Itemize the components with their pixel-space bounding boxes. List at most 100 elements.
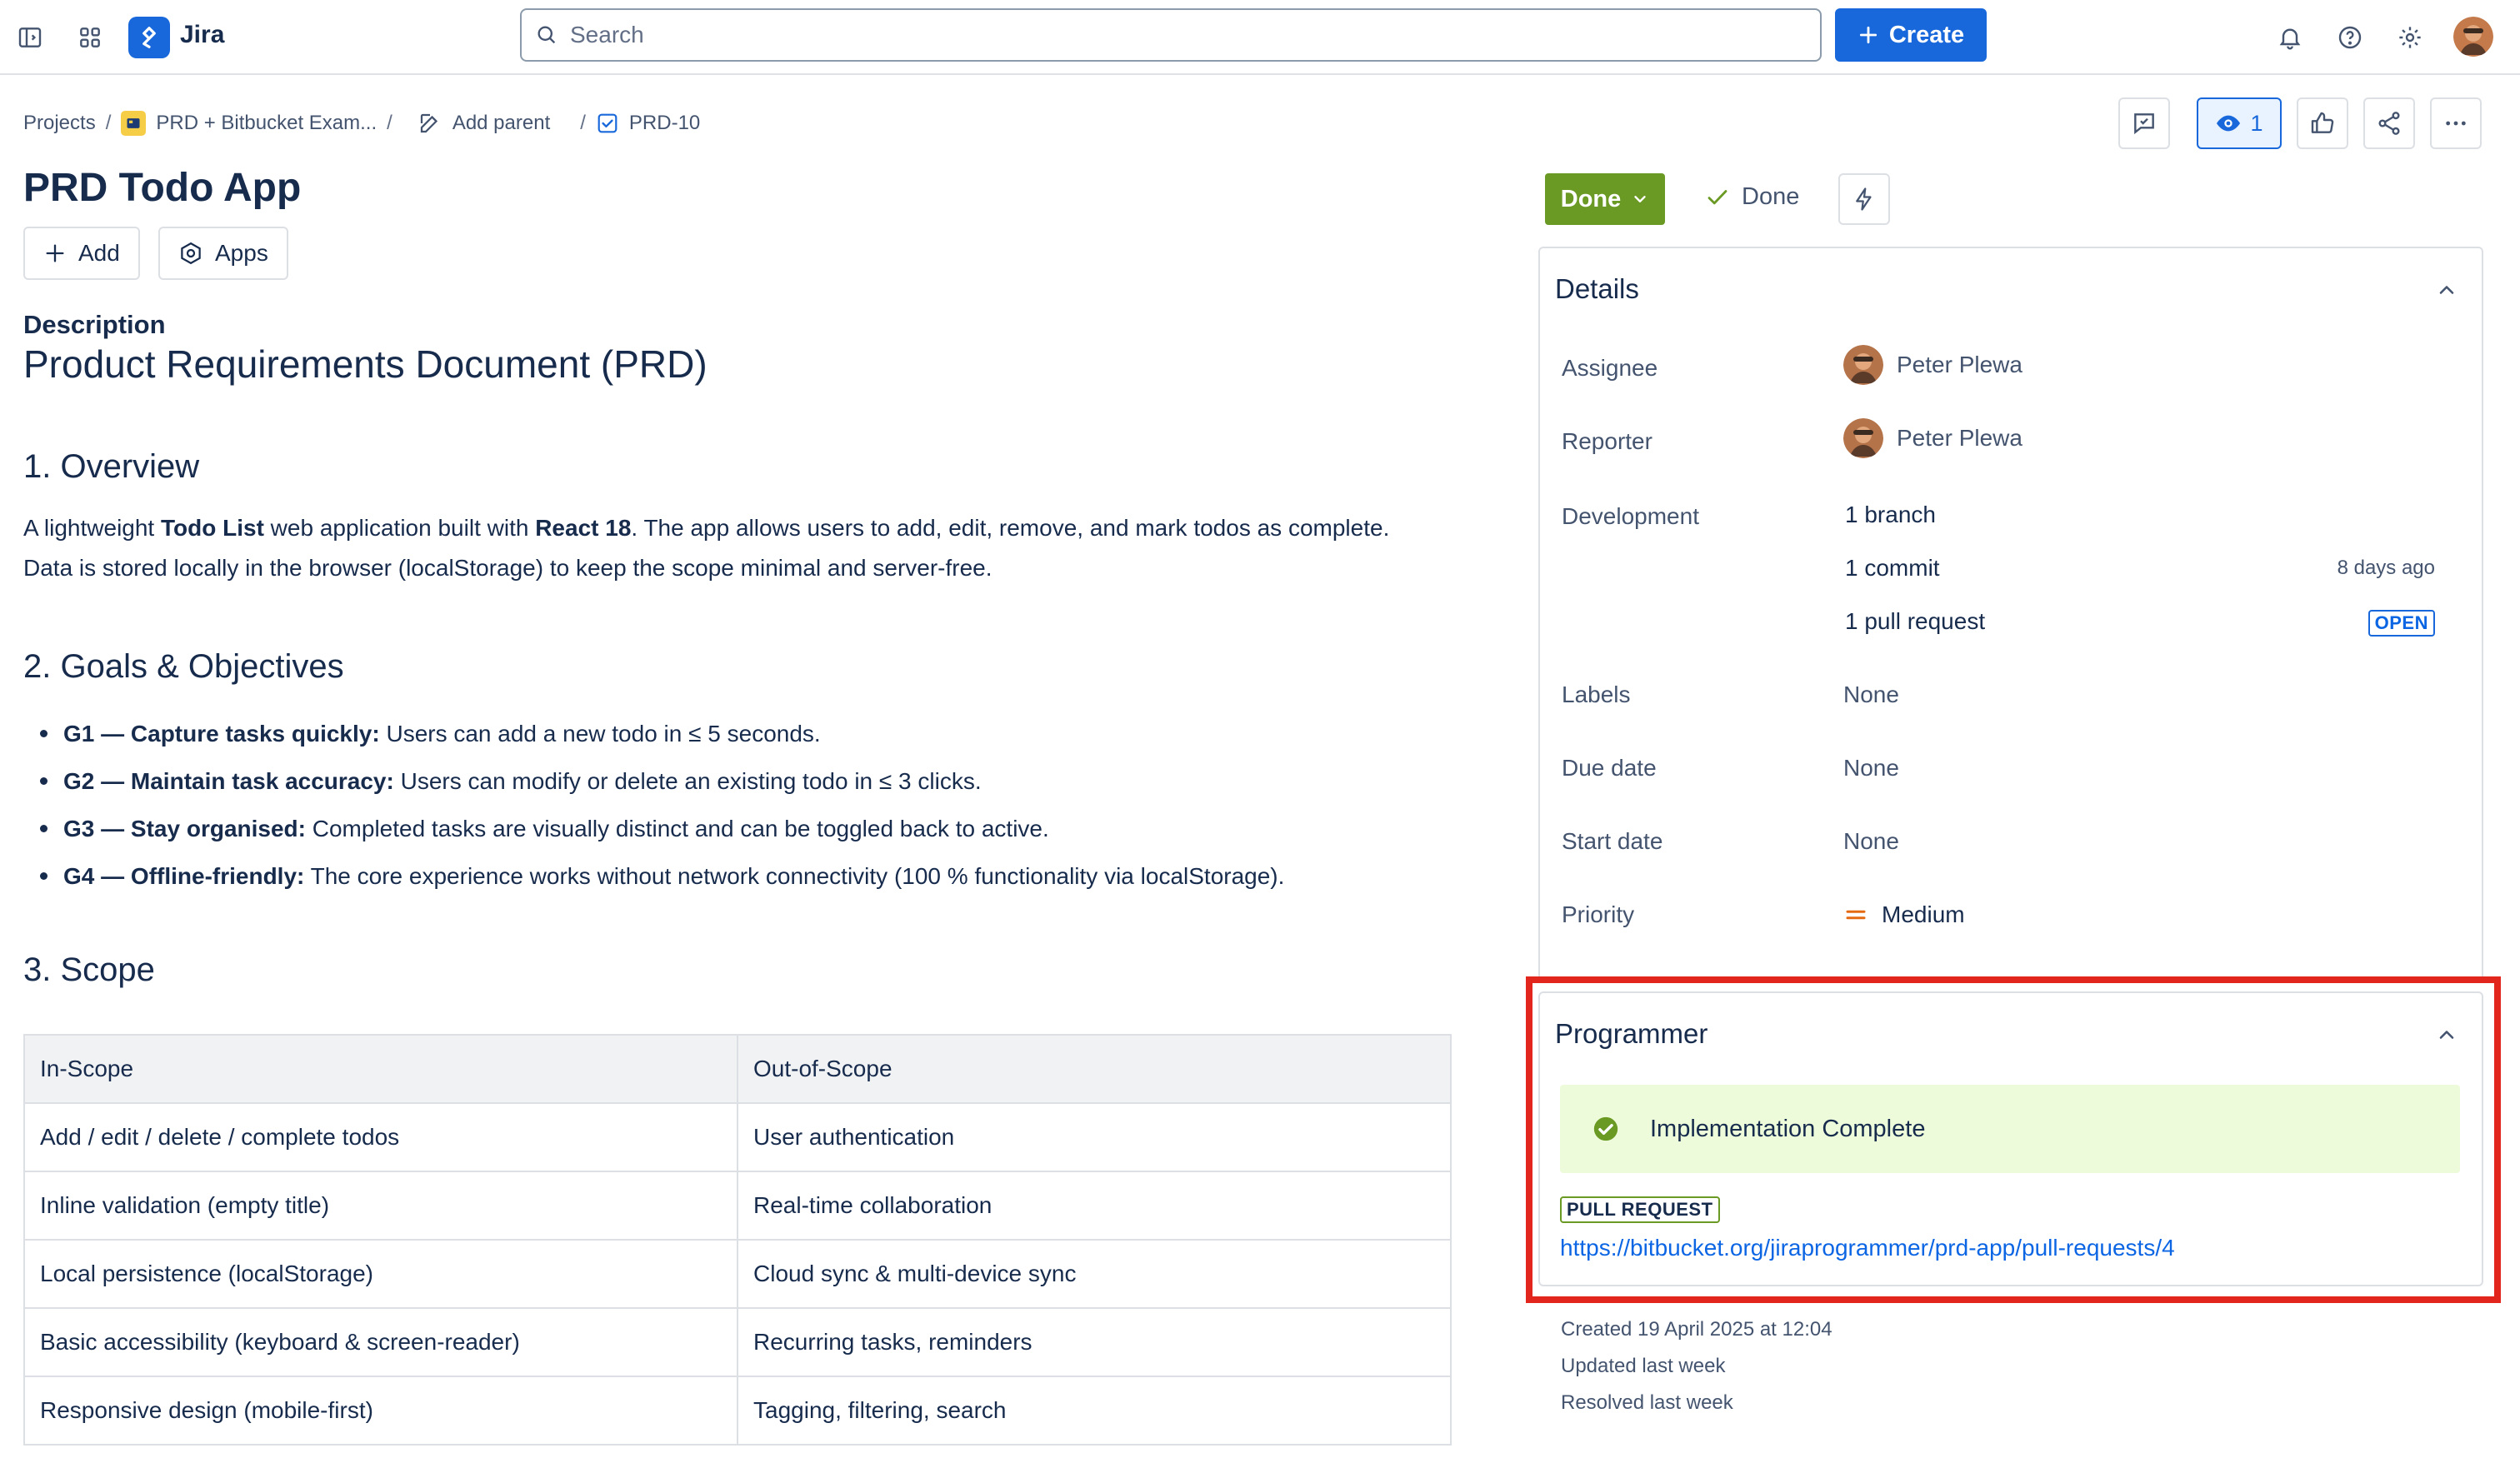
watch-count: 1 [2250,110,2263,136]
scope-heading: 3. Scope [23,951,155,988]
due-date-field[interactable]: None [1843,755,1899,781]
reporter-field[interactable]: Peter Plewa [1843,418,2022,458]
share-button[interactable] [2363,97,2415,149]
goal-title: G2 — Maintain task accuracy: [63,768,394,794]
priority-label: Priority [1562,901,1635,927]
pull-request-tag: PULL REQUEST [1560,1196,1720,1223]
reporter-avatar [1843,418,1883,458]
goal-title: G3 — Stay organised: [63,816,306,841]
table-cell: Basic accessibility (keyboard & screen-r… [23,1307,738,1377]
start-date-field[interactable]: None [1843,828,1899,855]
table-row: Basic accessibility (keyboard & screen-r… [23,1307,1452,1377]
table-row: Responsive design (mobile-first) Tagging… [23,1376,1452,1446]
table-cell: Add / edit / delete / complete todos [23,1102,738,1172]
assignee-field[interactable]: Peter Plewa [1843,345,2022,385]
reporter-label: Reporter [1562,428,1652,454]
priority-field[interactable]: Medium [1843,901,1965,928]
plus-icon [43,242,67,265]
implementation-status-text: Implementation Complete [1650,1115,1926,1142]
notifications-bell-icon[interactable] [2272,19,2308,56]
top-navigation: Jira Create [0,0,2520,75]
lightning-bolt-icon [1852,187,1877,212]
search-bar[interactable] [520,8,1822,62]
goal-text: The core experience works without networ… [304,863,1285,889]
apps-button[interactable]: Apps [158,227,288,280]
add-button[interactable]: Add [23,227,140,280]
table-cell: Local persistence (localStorage) [23,1239,738,1309]
sidebar-toggle-icon[interactable] [12,19,48,56]
create-label: Create [1888,21,1965,48]
feedback-button[interactable] [2118,97,2170,149]
commit-timestamp: 8 days ago [2337,557,2435,579]
table-cell: Real-time collaboration [737,1171,1452,1241]
dev-branch-link[interactable]: 1 branch [1845,502,1936,528]
table-row: Inline validation (empty title) Real-tim… [23,1171,1452,1241]
overview-heading: 1. Overview [23,448,200,485]
goal-title: G4 — Offline-friendly: [63,863,305,889]
details-panel: Details Assignee Peter Plewa Reporter Pe… [1538,247,2483,980]
watch-button[interactable]: 1 [2197,97,2282,149]
eye-icon [2215,110,2242,137]
description-label: Description [23,310,166,339]
more-actions-button[interactable] [2430,97,2482,149]
overview-bold-todo-list: Todo List [161,515,264,541]
table-cell: Recurring tasks, reminders [737,1307,1452,1377]
pull-request-link[interactable]: https://bitbucket.org/jiraprogrammer/prd… [1560,1235,2175,1261]
assignee-label: Assignee [1562,355,1658,381]
table-header-out-of-scope: Out-of-Scope [737,1034,1452,1104]
apps-label: Apps [215,240,268,266]
resolution-label: Done [1742,183,1800,210]
overview-text: web application built with [263,515,536,541]
issue-title[interactable]: PRD Todo App [23,165,301,211]
dev-commit-link[interactable]: 1 commit [1845,555,1940,582]
priority-value: Medium [1882,901,1965,927]
settings-gear-icon[interactable] [2392,19,2428,56]
table-cell: Tagging, filtering, search [737,1376,1452,1446]
success-check-icon [1592,1115,1620,1143]
chevron-down-icon [1631,190,1649,208]
details-title[interactable]: Details [1555,273,1639,305]
more-dots-icon [2442,110,2469,137]
goal-text: Completed tasks are visually distinct an… [305,816,1049,841]
table-cell: User authentication [737,1102,1452,1172]
issue-actions: 1 [0,97,2520,149]
automation-button[interactable] [1838,173,1890,225]
user-avatar[interactable] [2453,17,2493,57]
status-label: Done [1560,185,1622,212]
goal-item: G4 — Offline-friendly: The core experien… [23,852,1440,900]
development-label: Development [1562,503,1699,529]
app-switcher-icon[interactable] [72,19,108,56]
jira-logo-icon[interactable] [128,17,170,58]
help-icon[interactable] [2332,19,2368,56]
pr-status-badge: OPEN [2368,610,2435,637]
chevron-up-icon[interactable] [2435,1023,2458,1046]
app-name[interactable]: Jira [180,21,224,49]
checkmark-icon [1705,185,1730,210]
programmer-title[interactable]: Programmer [1555,1018,1708,1050]
updated-timestamp: Updated last week [1561,1355,1726,1377]
table-row: Local persistence (localStorage) Cloud s… [23,1239,1452,1309]
created-timestamp: Created 19 April 2025 at 12:04 [1561,1318,1832,1341]
due-date-label: Due date [1562,755,1657,781]
labels-field[interactable]: None [1843,682,1899,708]
feedback-icon [2131,110,2158,137]
create-button[interactable]: Create [1835,8,1987,62]
resolution-indicator: Done [1705,183,1799,211]
plus-icon [1858,24,1879,46]
apps-hexagon-icon [178,241,203,266]
search-icon [535,23,558,47]
prd-heading: Product Requirements Document (PRD) [23,342,708,386]
goal-item: G2 — Maintain task accuracy: Users can m… [23,757,1440,805]
vote-button[interactable] [2297,97,2348,149]
overview-paragraph: A lightweight Todo List web application … [23,508,1423,588]
goal-item: G3 — Stay organised: Completed tasks are… [23,805,1440,852]
table-header-row: In-Scope Out-of-Scope [23,1034,1452,1104]
scope-table: In-Scope Out-of-Scope Add / edit / delet… [23,1034,1452,1446]
search-input[interactable] [570,22,1737,48]
programmer-panel: Programmer Implementation Complete PULL … [1538,991,2483,1286]
dev-pull-request-link[interactable]: 1 pull request [1845,608,1985,635]
resolved-timestamp: Resolved last week [1561,1391,1733,1414]
priority-medium-icon [1843,902,1868,927]
status-dropdown[interactable]: Done [1545,173,1665,225]
chevron-up-icon[interactable] [2435,278,2458,302]
